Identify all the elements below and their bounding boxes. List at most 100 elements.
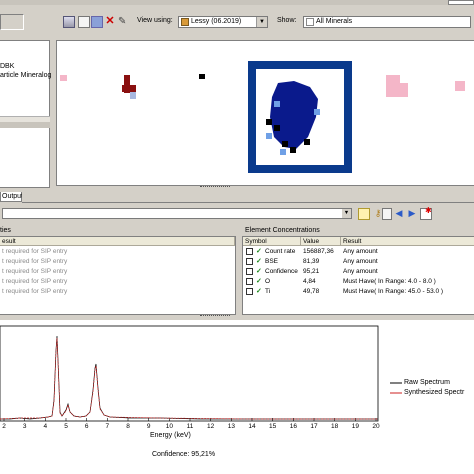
row-checkbox[interactable] (246, 288, 253, 295)
view-using-select[interactable]: Lessy (06.2019) ▼ (178, 16, 268, 28)
x-tick-label: 13 (227, 423, 235, 430)
x-tick-label: 12 (207, 423, 215, 430)
show-value: All Minerals (316, 18, 353, 25)
properties-row[interactable]: t required for SIP entry (2, 277, 67, 287)
legend-synth-label: Synthesized Spectr (404, 389, 465, 396)
properties-row[interactable]: t required for SIP entry (2, 287, 67, 297)
show-label: Show: (277, 17, 297, 24)
concentration-row[interactable]: ✓ BSE 81,39 Any amount (243, 257, 474, 267)
row-checkbox[interactable] (246, 258, 253, 265)
concentration-row[interactable]: ✓ O 4,84 Must Have( In Range: 4.0 - 8.0 … (243, 277, 474, 287)
mineral-filter-dropdown[interactable]: ▼ (2, 208, 352, 219)
window-top-strip (0, 0, 474, 5)
particle-black-dot[interactable] (199, 74, 205, 79)
confidence-label: Confidence: 95,21% (152, 451, 216, 458)
edit-icon[interactable]: ✎ (118, 16, 130, 28)
image-splitter[interactable] (56, 186, 474, 190)
arrow-right-icon[interactable]: ▶ (406, 208, 418, 220)
row-checkbox[interactable] (246, 278, 253, 285)
x-tick-label: 3 (22, 423, 27, 430)
toolbar-left-well (0, 14, 24, 30)
concentration-symbol: Ti (265, 288, 271, 295)
selected-particle[interactable] (248, 61, 352, 173)
show-select[interactable]: All Minerals (303, 16, 471, 28)
concentration-symbol: Confidence (265, 268, 298, 275)
x-tick-label: 9 (146, 423, 151, 430)
properties-result-header[interactable]: esult (0, 237, 235, 246)
x-tick-label: 2 (2, 423, 6, 430)
x-tick-label: 15 (269, 423, 277, 430)
check-icon: ✓ (256, 278, 262, 285)
x-tick-label: 17 (310, 423, 318, 430)
chevron-down-icon: ▼ (256, 17, 267, 27)
output-tab-area (22, 192, 474, 203)
view-using-value: Lessy (06.2019) (191, 18, 242, 25)
view-using-label: View using: (137, 17, 173, 24)
particle-pink-right[interactable] (386, 75, 408, 103)
concentration-result: Must Have( In Range: 45.0 - 53.0 ) (343, 288, 444, 295)
concentration-symbol: O (265, 278, 271, 285)
properties-grid: esult t required for SIP entry t require… (0, 236, 236, 315)
row-checkbox[interactable] (246, 248, 253, 255)
concentration-result: Any amount (343, 258, 378, 265)
x-tick-label: 5 (64, 423, 68, 430)
left-scrollbar-track[interactable] (0, 122, 50, 128)
selected-particle-inner (256, 69, 344, 165)
tree-item-particle-mineralogy[interactable]: article Mineralog (0, 72, 51, 79)
column-header-value[interactable]: Value (301, 237, 341, 246)
new-entry-star-icon: ✱ (425, 206, 432, 215)
save-icon[interactable] (91, 16, 103, 28)
left-tree-panel: DBK article Mineralog (0, 40, 51, 188)
legend-raw-label: Raw Spectrum (404, 379, 450, 386)
arrow-left-icon[interactable]: ◀ (393, 208, 405, 220)
list-icon (306, 18, 314, 26)
concentration-row[interactable]: ✓ Count rate 156887,36 Any amount (243, 247, 474, 257)
x-tick-label: 4 (43, 423, 48, 430)
properties-row[interactable]: t required for SIP entry (2, 257, 67, 267)
toolbar: ✕ ✎ View using: Lessy (06.2019) ▼ Show: … (0, 6, 474, 40)
concentration-result: Any amount (343, 248, 378, 255)
concentration-symbol: Count rate (265, 248, 296, 255)
database-icon (181, 18, 189, 26)
particle-image-panel[interactable] (56, 40, 474, 186)
copy-icon[interactable] (78, 16, 90, 28)
x-tick-label: 10 (165, 423, 173, 430)
element-concentrations-grid: Symbol Value Result ✓ Count rate 156887,… (242, 236, 474, 315)
lock-icon[interactable] (358, 208, 370, 220)
concentration-value: 4,84 (303, 278, 316, 285)
x-tick-label: 20 (372, 423, 380, 430)
lower-splitter-grip-icon[interactable] (200, 315, 230, 319)
check-icon: ✓ (256, 258, 262, 265)
row-checkbox[interactable] (246, 268, 253, 275)
image-tool-icon[interactable] (63, 16, 75, 28)
x-tick-label: 16 (289, 423, 297, 430)
x-tick-label: 11 (186, 423, 194, 430)
window-top-right-box (448, 0, 474, 5)
chevron-down-icon: ▼ (342, 209, 351, 218)
concentration-row[interactable]: ✓ Confidence 95,21 Any amount (243, 267, 474, 277)
column-header-symbol[interactable]: Symbol (243, 237, 301, 246)
delete-icon[interactable]: ✕ (104, 16, 116, 28)
concentration-symbol: BSE (265, 258, 279, 265)
particle-pink-left[interactable] (60, 75, 67, 81)
concentration-row[interactable]: ✓ Ti 49,78 Must Have( In Range: 45.0 - 5… (243, 287, 474, 297)
properties-icon[interactable] (382, 208, 392, 220)
column-header-result[interactable]: Result (341, 237, 474, 246)
properties-row[interactable]: t required for SIP entry (2, 267, 67, 277)
spectrum-area: 2 3 4 5 6 7 8 9 10 11 12 13 14 15 16 17 18 19 20 Energy (k… (0, 320, 474, 474)
check-icon: ✓ (256, 268, 262, 275)
x-tick-label: 6 (84, 423, 89, 430)
x-tick-label: 19 (351, 423, 359, 430)
x-tick-label: 8 (126, 423, 130, 430)
x-axis-label: Energy (keV) (150, 432, 191, 439)
particle-red[interactable] (122, 75, 136, 99)
particle-pink-far-right[interactable] (455, 81, 465, 91)
output-tab[interactable]: Output (0, 192, 23, 202)
element-concentrations-title: Element Concentrations (245, 227, 320, 234)
check-icon: ✓ (256, 248, 262, 255)
concentration-value: 156887,36 (303, 248, 334, 255)
properties-panel-title: ties (0, 227, 11, 234)
properties-row[interactable]: t required for SIP entry (2, 247, 67, 257)
x-tick-label: 7 (105, 423, 110, 430)
tree-item-dbk[interactable]: DBK (0, 63, 14, 70)
